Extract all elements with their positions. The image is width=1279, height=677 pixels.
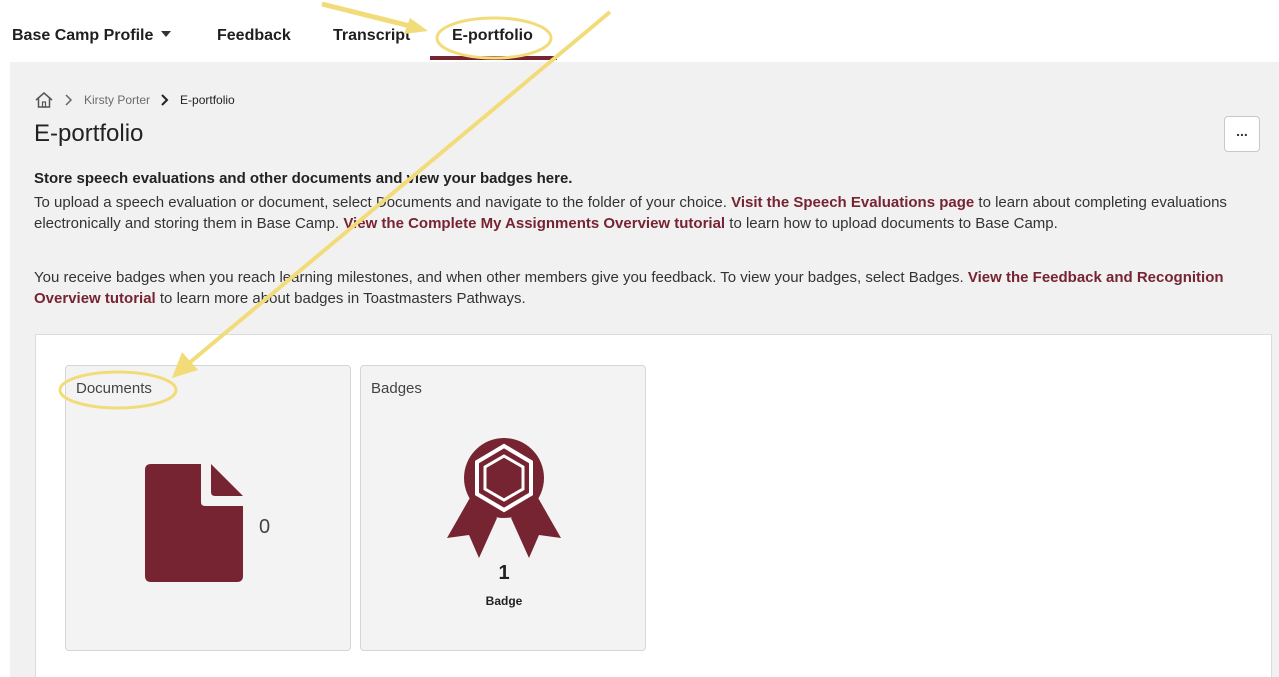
ellipsis-icon: ...	[1236, 123, 1248, 139]
assignments-tutorial-link[interactable]: View the Complete My Assignments Overvie…	[343, 215, 725, 232]
nav-eportfolio[interactable]: E-portfolio	[452, 27, 533, 45]
breadcrumb-member[interactable]: Kirsty Porter	[84, 93, 150, 107]
badges-card[interactable]: Badges 1 Badge	[360, 365, 646, 651]
breadcrumb-current: E-portfolio	[180, 93, 235, 107]
active-tab-indicator	[430, 56, 557, 60]
caret-down-icon	[161, 30, 172, 37]
documents-card-title: Documents	[76, 380, 152, 397]
badges-card-title: Badges	[371, 380, 422, 397]
para1-text-1: To upload a speech evaluation or documen…	[34, 194, 732, 211]
main-content: Kirsty Porter E-portfolio E-portfolio ..…	[10, 62, 1279, 677]
para2-text-1: You receive badges when you reach learni…	[34, 269, 968, 286]
chevron-right-icon	[160, 93, 170, 107]
badges-count-label: Badge	[485, 594, 523, 608]
breadcrumb: Kirsty Porter E-portfolio	[34, 90, 235, 110]
more-options-button[interactable]: ...	[1224, 116, 1260, 152]
badges-instructions: You receive badges when you reach learni…	[34, 267, 1270, 309]
eportfolio-panel: Documents 0 Badges 1 Badge	[35, 334, 1272, 677]
documents-card[interactable]: Documents 0	[65, 365, 351, 651]
nav-feedback[interactable]: Feedback	[217, 27, 291, 45]
upload-instructions: To upload a speech evaluation or documen…	[34, 192, 1270, 234]
documents-count: 0	[259, 516, 271, 538]
para1-text-3: to learn how to upload documents to Base…	[725, 215, 1058, 232]
page-title: E-portfolio	[34, 120, 144, 147]
badge-ribbon-icon	[447, 438, 561, 558]
badges-count: 1	[498, 562, 510, 584]
top-navigation: Base Camp Profile Feedback Transcript E-…	[0, 0, 1279, 60]
speech-evaluations-link[interactable]: Visit the Speech Evaluations page	[731, 194, 974, 211]
para2-text-2: to learn more about badges in Toastmaste…	[155, 290, 526, 307]
chevron-right-icon	[64, 93, 74, 107]
nav-base-camp-profile-label: Base Camp Profile	[12, 27, 154, 44]
home-icon[interactable]	[34, 91, 54, 109]
page-subheading: Store speech evaluations and other docum…	[34, 170, 573, 187]
document-icon	[145, 464, 243, 582]
nav-base-camp-profile[interactable]: Base Camp Profile	[12, 27, 172, 45]
nav-transcript[interactable]: Transcript	[333, 27, 410, 45]
